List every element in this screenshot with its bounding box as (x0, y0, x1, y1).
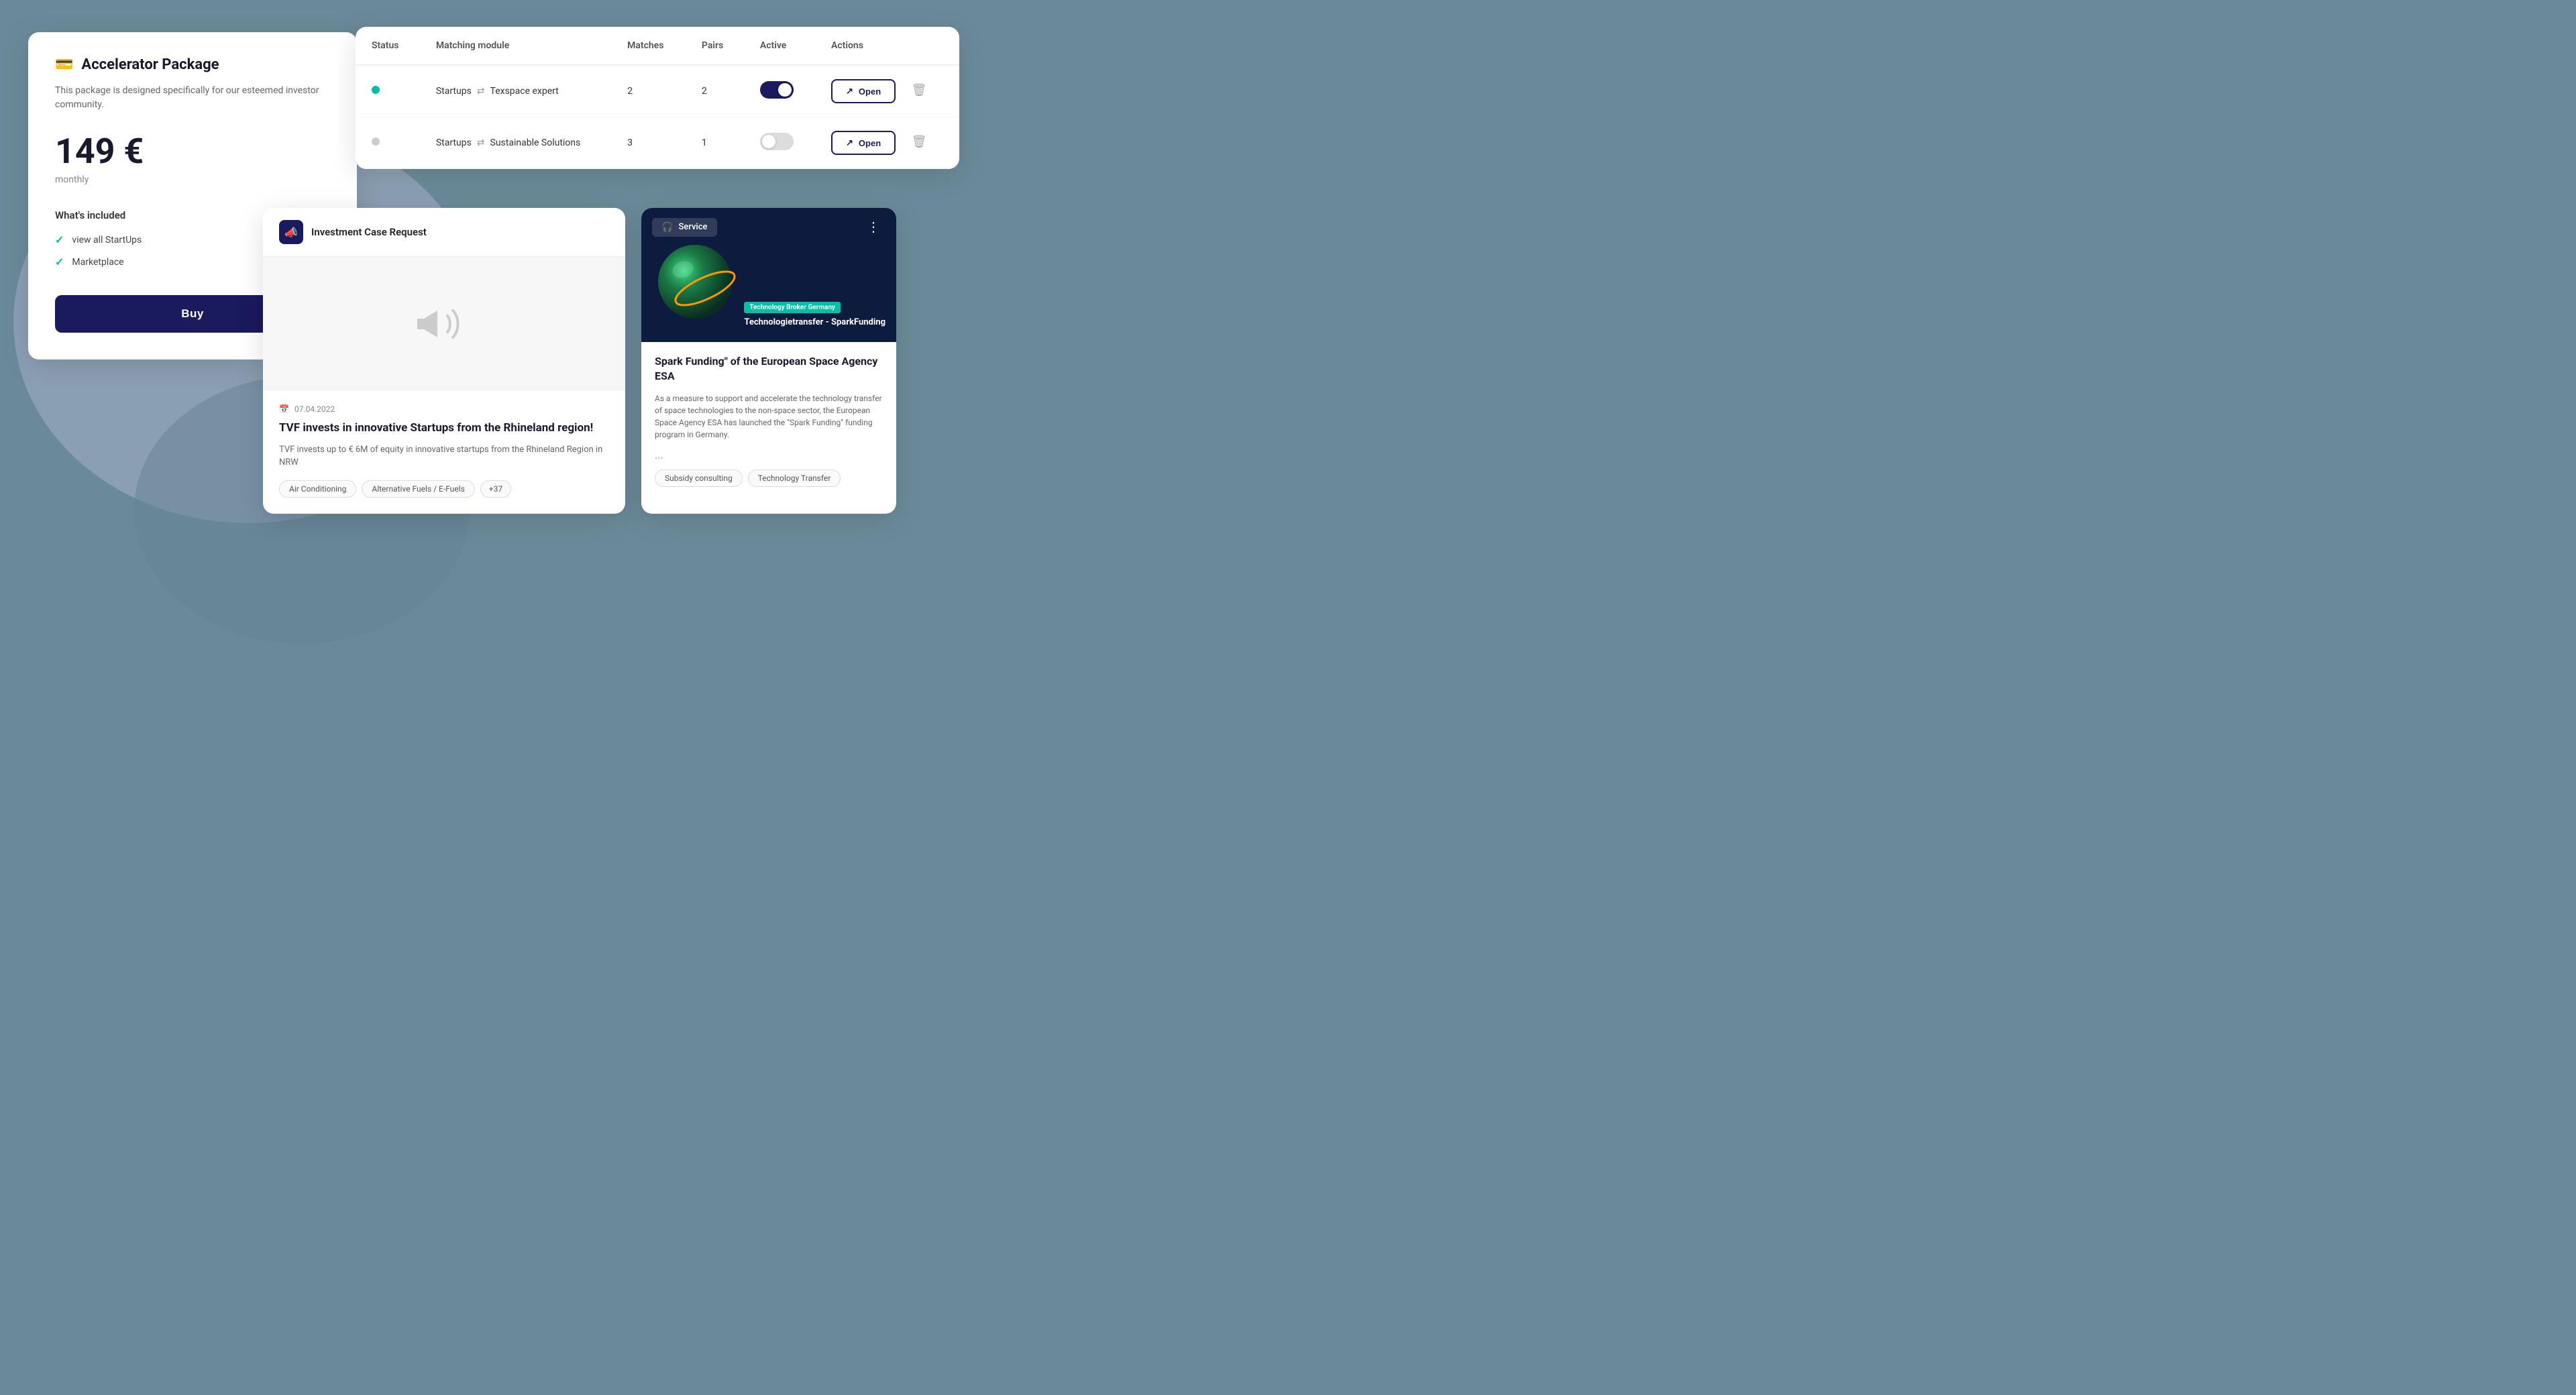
col-matches: Matches (611, 27, 686, 65)
module-from-row2: Startups (436, 137, 472, 148)
row1-pairs: 2 (686, 65, 744, 117)
news-card-content-left: 📅 07.04.2022 TVF invests in innovative S… (263, 391, 625, 514)
price-period: monthly (55, 174, 330, 185)
col-status: Status (356, 27, 420, 65)
esa-tags: Subsidy consulting Technology Transfer (655, 469, 883, 487)
credit-card-icon: 💳 (55, 56, 73, 73)
tag-subsidy-consulting[interactable]: Subsidy consulting (655, 469, 743, 487)
col-matching-module: Matching module (420, 27, 611, 65)
row2-matches: 3 (611, 117, 686, 169)
calendar-icon: 📅 (279, 404, 289, 414)
module-name-row1: Startups ⇄ Texspace expert (436, 86, 595, 97)
tags-row-left: Air Conditioning Alternative Fuels / E-F… (279, 480, 609, 498)
esa-text-overlay: Technology Broker Germany Technologietra… (744, 299, 885, 329)
esa-card-image-area: 🎧 Service ⋮ (641, 208, 896, 342)
toggle-switch-row1[interactable] (760, 81, 794, 99)
tag-technology-transfer[interactable]: Technology Transfer (748, 469, 841, 487)
card-subtitle: This package is designed specifically fo… (55, 84, 330, 112)
check-icon-startups: ✓ (55, 233, 64, 246)
row1-matches: 2 (611, 65, 686, 117)
news-card-image-area (263, 257, 625, 391)
open-label-row1: Open (859, 87, 881, 97)
news-section: 📣 Investment Case Request 📅 07.04.2022 T… (263, 208, 896, 514)
col-actions: Actions (815, 27, 959, 65)
row1-actions: ↗ Open 🗑 (815, 65, 959, 117)
row2-active[interactable] (744, 117, 815, 169)
col-pairs: Pairs (686, 27, 744, 65)
module-to-row2: Sustainable Solutions (490, 137, 581, 148)
news-card-investment: 📣 Investment Case Request 📅 07.04.2022 T… (263, 208, 625, 514)
news-card-header-left: 📣 Investment Case Request (263, 208, 625, 257)
esa-news-body: As a measure to support and accelerate t… (655, 392, 883, 441)
check-icon-marketplace: ✓ (55, 256, 64, 268)
price-display: 149 € (55, 131, 330, 172)
esa-news-title: Spark Funding" of the European Space Age… (655, 354, 883, 384)
service-badge-text: Service (678, 222, 707, 232)
arrows-icon-row1: ⇄ (477, 86, 485, 97)
table-body: Startups ⇄ Texspace expert 2 2 ↗ Open (356, 65, 959, 169)
row1-status (356, 65, 420, 117)
row2-actions: ↗ Open 🗑 (815, 117, 959, 169)
module-name-row2: Startups ⇄ Sustainable Solutions (436, 137, 595, 148)
open-icon-row1: ↗ (846, 86, 853, 97)
row1-active[interactable] (744, 65, 815, 117)
feature-label-startups: view all StartUps (72, 235, 142, 245)
news-card-right-content: Spark Funding" of the European Space Age… (641, 342, 896, 500)
open-button-row1[interactable]: ↗ Open (831, 79, 896, 103)
toggle-knob-row2 (762, 135, 775, 148)
esa-card-top-header: 🎧 Service ⋮ (641, 208, 896, 246)
esa-ellipsis: ... (655, 449, 883, 461)
megaphone-icon: 📣 (279, 220, 303, 244)
col-active: Active (744, 27, 815, 65)
row2-status (356, 117, 420, 169)
service-badge: 🎧 Service (652, 218, 717, 237)
tag-count[interactable]: +37 (480, 480, 511, 498)
status-dot-active (372, 86, 380, 94)
open-label-row2: Open (859, 138, 881, 148)
matching-table: Status Matching module Matches Pairs Act… (356, 27, 959, 169)
news-body-left: TVF invests up to € 6M of equity in inno… (279, 443, 609, 469)
matching-table-card: Status Matching module Matches Pairs Act… (356, 27, 959, 169)
tag-alternative-fuels[interactable]: Alternative Fuels / E-Fuels (362, 480, 474, 498)
status-dot-inactive (372, 137, 380, 146)
esa-overlay-title: Technologietransfer - SparkFunding (744, 317, 885, 329)
module-to-row1: Texspace expert (490, 86, 559, 97)
open-icon-row2: ↗ (846, 137, 853, 148)
date-text: 07.04.2022 (294, 404, 335, 414)
table-header: Status Matching module Matches Pairs Act… (356, 27, 959, 65)
esa-globe-svg (655, 241, 742, 329)
delete-button-row2[interactable]: 🗑 (906, 132, 932, 152)
news-title-left: TVF invests in innovative Startups from … (279, 421, 609, 437)
open-button-row2[interactable]: ↗ Open (831, 131, 896, 155)
row2-module: Startups ⇄ Sustainable Solutions (420, 117, 611, 169)
row1-module: Startups ⇄ Texspace expert (420, 65, 611, 117)
news-card-esa: 🎧 Service ⋮ (641, 208, 896, 514)
arrows-icon-row2: ⇄ (477, 137, 485, 148)
megaphone-symbol: 📣 (284, 226, 298, 239)
news-date: 📅 07.04.2022 (279, 404, 609, 414)
esa-globe-visual (655, 241, 742, 329)
news-card-header-title-left: Investment Case Request (311, 226, 427, 238)
toggle-knob-row1 (778, 83, 792, 97)
speaker-icon (414, 297, 474, 351)
row2-pairs: 1 (686, 117, 744, 169)
card-title: Accelerator Package (81, 56, 219, 73)
esa-broker-badge: Technology Broker Germany (744, 302, 841, 313)
delete-button-row1[interactable]: 🗑 (906, 80, 932, 100)
card-header: 💳 Accelerator Package (55, 56, 330, 73)
more-options-button[interactable]: ⋮ (861, 216, 885, 238)
table-row: Startups ⇄ Sustainable Solutions 3 1 ↗ O… (356, 117, 959, 169)
table-row: Startups ⇄ Texspace expert 2 2 ↗ Open (356, 65, 959, 117)
module-from-row1: Startups (436, 86, 472, 97)
feature-label-marketplace: Marketplace (72, 257, 123, 268)
headset-icon: 🎧 (661, 222, 673, 233)
tag-air-conditioning[interactable]: Air Conditioning (279, 480, 356, 498)
toggle-switch-row2[interactable] (760, 133, 794, 150)
